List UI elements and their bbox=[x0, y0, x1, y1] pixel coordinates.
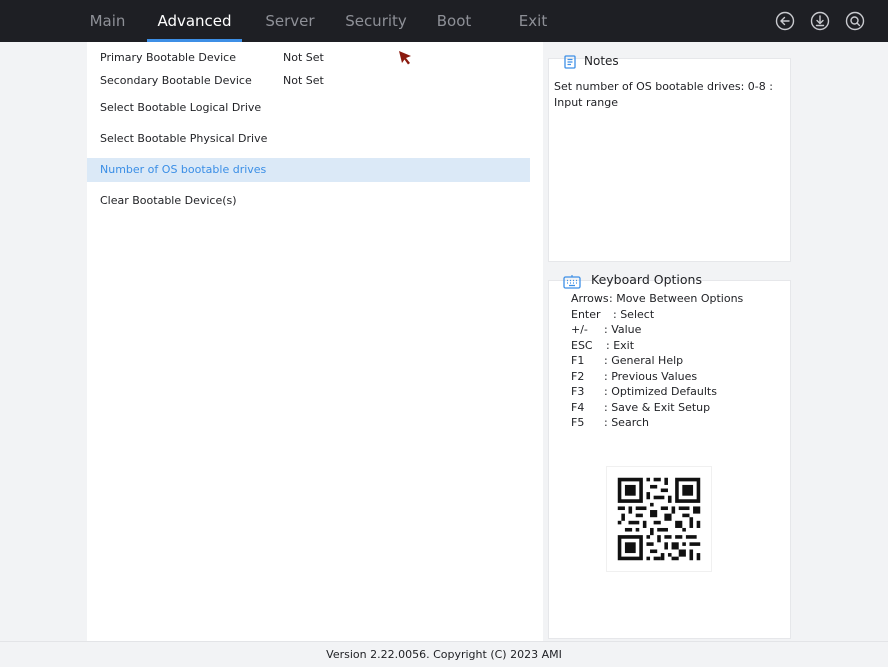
keyboard-options-panel: Keyboard Options Arrows : Move Between O… bbox=[548, 272, 791, 639]
bios-setup-screen: Main Advanced Server Security Boot Exit … bbox=[0, 0, 888, 667]
key-hint-esc: ESC : Exit bbox=[571, 338, 634, 354]
key-description: : Exit bbox=[606, 339, 635, 352]
qr-code-image bbox=[607, 467, 711, 571]
key-name: +/- bbox=[571, 323, 588, 336]
back-icon[interactable] bbox=[775, 11, 795, 31]
key-description: : General Help bbox=[604, 354, 684, 367]
save-download-icon[interactable] bbox=[810, 11, 830, 31]
keyboard-icon bbox=[563, 275, 581, 289]
tab-main[interactable]: Main bbox=[80, 0, 135, 42]
option-value: Not Set bbox=[283, 74, 324, 87]
option-secondary-bootable-device[interactable]: Secondary Bootable Device Not Set bbox=[87, 69, 530, 93]
tab-exit[interactable]: Exit bbox=[509, 0, 557, 42]
tab-security[interactable]: Security bbox=[337, 0, 415, 42]
option-select-bootable-logical-drive[interactable]: Select Bootable Logical Drive bbox=[87, 96, 530, 120]
key-hint-enter: Enter : Select bbox=[571, 307, 654, 323]
option-label: Select Bootable Logical Drive bbox=[100, 101, 262, 114]
option-label: Clear Bootable Device(s) bbox=[100, 194, 237, 207]
key-name: ESC bbox=[571, 339, 593, 352]
tab-boot[interactable]: Boot bbox=[430, 0, 478, 42]
tab-server[interactable]: Server bbox=[258, 0, 322, 42]
qr-code bbox=[606, 466, 712, 572]
option-label: Number of OS bootable drives bbox=[100, 163, 267, 176]
key-name: Enter bbox=[571, 308, 601, 321]
top-menu-bar: Main Advanced Server Security Boot Exit bbox=[0, 0, 888, 42]
key-description: : Search bbox=[604, 416, 649, 429]
key-name: F3 bbox=[571, 385, 585, 398]
notes-panel: Notes Set number of OS bootable drives: … bbox=[548, 54, 791, 262]
option-primary-bootable-device[interactable]: Primary Bootable Device Not Set bbox=[87, 46, 530, 70]
option-label: Select Bootable Physical Drive bbox=[100, 132, 268, 145]
key-description: : Save & Exit Setup bbox=[604, 401, 711, 414]
key-name: F4 bbox=[571, 401, 585, 414]
options-panel: Primary Bootable Device Not Set Secondar… bbox=[87, 42, 543, 641]
key-description: : Move Between Options bbox=[609, 292, 744, 305]
key-hint-f1: F1 : General Help bbox=[571, 353, 683, 369]
option-select-bootable-physical-drive[interactable]: Select Bootable Physical Drive bbox=[87, 127, 530, 151]
key-description: : Optimized Defaults bbox=[604, 385, 717, 398]
key-hint-f3: F3 : Optimized Defaults bbox=[571, 384, 717, 400]
option-number-of-os-bootable-drives[interactable]: Number of OS bootable drives bbox=[87, 158, 530, 182]
option-clear-bootable-devices[interactable]: Clear Bootable Device(s) bbox=[87, 189, 530, 213]
key-hint-f4: F4 : Save & Exit Setup bbox=[571, 400, 710, 416]
version-footer: Version 2.22.0056. Copyright (C) 2023 AM… bbox=[0, 641, 888, 667]
key-hint-f2: F2 : Previous Values bbox=[571, 369, 697, 385]
option-label: Primary Bootable Device bbox=[100, 51, 236, 64]
key-hint-arrows: Arrows : Move Between Options bbox=[571, 291, 743, 307]
tab-advanced[interactable]: Advanced bbox=[147, 0, 242, 42]
key-description: : Previous Values bbox=[604, 370, 698, 383]
notes-icon bbox=[564, 55, 576, 69]
option-value: Not Set bbox=[283, 51, 324, 64]
key-name: F2 bbox=[571, 370, 585, 383]
key-name: F5 bbox=[571, 416, 585, 429]
search-icon[interactable] bbox=[845, 11, 865, 31]
notes-title: Notes bbox=[584, 54, 619, 68]
key-name: Arrows bbox=[571, 292, 609, 305]
key-description: : Select bbox=[613, 308, 655, 321]
option-label: Secondary Bootable Device bbox=[100, 74, 252, 87]
key-description: : Value bbox=[604, 323, 642, 336]
notes-text: Set number of OS bootable drives: 0-8 : … bbox=[554, 80, 773, 109]
key-name: F1 bbox=[571, 354, 585, 367]
key-hint-f5: F5 : Search bbox=[571, 415, 649, 431]
key-hint-plus-minus: +/- : Value bbox=[571, 322, 641, 338]
mouse-cursor-icon bbox=[399, 51, 411, 65]
keyboard-options-title: Keyboard Options bbox=[591, 272, 702, 287]
